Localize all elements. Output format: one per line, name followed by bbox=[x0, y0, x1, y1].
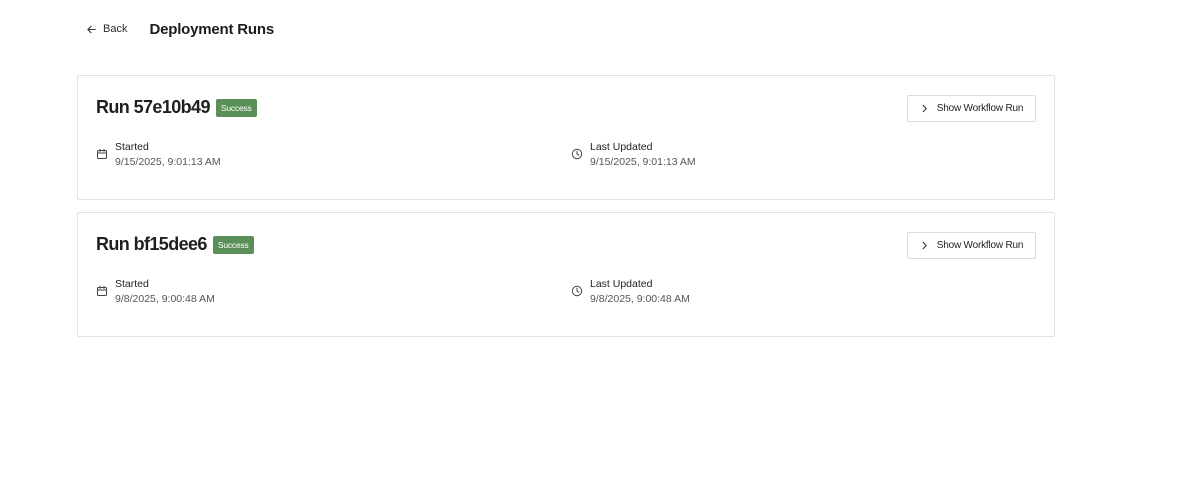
runs-list: Run 57e10b49 Success Show Workflow Run S… bbox=[77, 75, 1055, 349]
show-workflow-run-label: Show Workflow Run bbox=[936, 103, 1024, 114]
run-title-row: Run bf15dee6 Success bbox=[96, 234, 254, 255]
back-button[interactable]: Back bbox=[86, 23, 127, 35]
clock-icon bbox=[571, 148, 583, 160]
last-updated-value: 9/15/2025, 9:01:13 AM bbox=[590, 156, 696, 168]
show-workflow-run-button[interactable]: Show Workflow Run bbox=[907, 95, 1036, 122]
status-badge: Success bbox=[212, 235, 254, 254]
clock-icon bbox=[571, 285, 583, 297]
run-title-row: Run 57e10b49 Success bbox=[96, 97, 257, 118]
arrow-left-icon bbox=[87, 25, 96, 33]
back-label: Back bbox=[103, 23, 128, 35]
started-label: Started bbox=[115, 278, 149, 290]
chevron-right-icon bbox=[922, 104, 927, 113]
started-label: Started bbox=[115, 141, 149, 153]
last-updated-value: 9/8/2025, 9:00:48 AM bbox=[590, 293, 690, 305]
show-workflow-run-label: Show Workflow Run bbox=[936, 240, 1024, 251]
calendar-icon bbox=[97, 285, 107, 296]
status-badge: Success bbox=[215, 98, 257, 117]
page-header: Back Deployment Runs bbox=[86, 18, 274, 40]
run-title: Run bf15dee6 bbox=[96, 234, 207, 254]
started-info: Started 9/8/2025, 9:00:48 AM bbox=[96, 277, 215, 307]
last-updated-label: Last Updated bbox=[590, 141, 653, 153]
chevron-right-icon bbox=[922, 241, 927, 250]
started-value: 9/15/2025, 9:01:13 AM bbox=[115, 156, 221, 168]
show-workflow-run-button[interactable]: Show Workflow Run bbox=[907, 232, 1036, 259]
run-card: Run 57e10b49 Success Show Workflow Run S… bbox=[77, 75, 1055, 200]
run-card: Run bf15dee6 Success Show Workflow Run S… bbox=[77, 212, 1055, 337]
last-updated-info: Last Updated 9/8/2025, 9:00:48 AM bbox=[571, 277, 690, 307]
last-updated-info: Last Updated 9/15/2025, 9:01:13 AM bbox=[571, 140, 696, 170]
calendar-icon bbox=[97, 148, 107, 159]
page-title: Deployment Runs bbox=[149, 20, 274, 38]
run-title: Run 57e10b49 bbox=[96, 97, 210, 117]
started-value: 9/8/2025, 9:00:48 AM bbox=[115, 293, 215, 305]
started-info: Started 9/15/2025, 9:01:13 AM bbox=[96, 140, 221, 170]
last-updated-label: Last Updated bbox=[590, 278, 653, 290]
